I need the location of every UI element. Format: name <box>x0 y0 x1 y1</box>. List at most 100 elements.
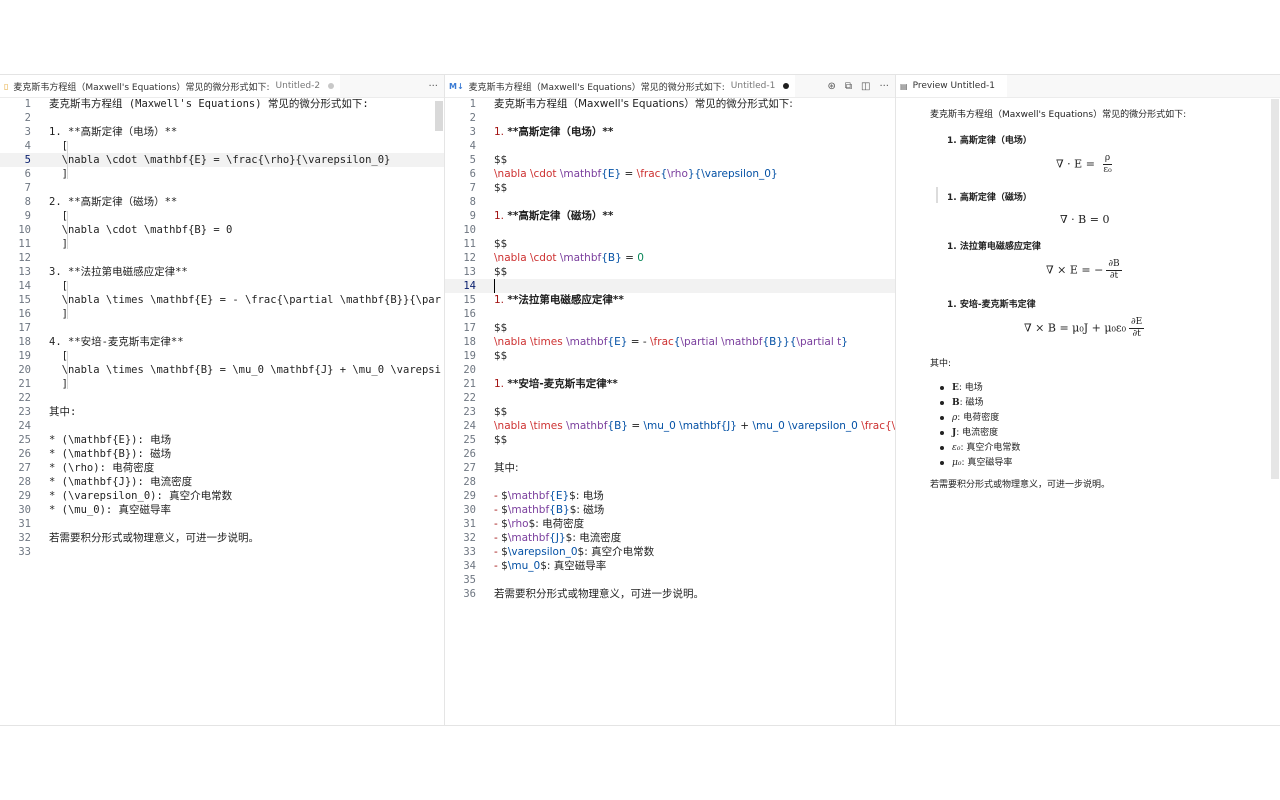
symbol-description: : 真空介电常数 <box>960 443 1021 453</box>
code-line[interactable]: 21 1. **安培-麦克斯韦定律** <box>445 377 895 391</box>
code-line[interactable]: 12 <box>0 251 444 265</box>
code-line[interactable]: 23 其中: <box>0 405 444 419</box>
line-number: 11 <box>463 238 476 250</box>
code-line[interactable]: 18 4. **安培-麦克斯韦定律** <box>0 335 444 349</box>
line-text: \nabla \cdot \mathbf{E} = \frac{\rho}{\v… <box>494 168 778 180</box>
line-text: 1. **高斯定律（电场）** <box>49 126 178 138</box>
ellipsis-icon[interactable]: ··· <box>428 81 438 92</box>
code-line[interactable]: 7 $$ <box>445 181 895 195</box>
code-line[interactable]: 17 $$ <box>445 321 895 335</box>
code-line[interactable]: 3 1. **高斯定律（电场）** <box>445 125 895 139</box>
copilot-icon[interactable]: ⊛ <box>827 81 835 92</box>
bullet-icon <box>940 430 944 435</box>
code-line[interactable]: 31 - $\rho$: 电荷密度 <box>445 517 895 531</box>
code-line[interactable]: 35 <box>445 573 895 587</box>
dirty-dot-icon[interactable] <box>783 83 790 89</box>
line-number: 30 <box>463 504 476 516</box>
line-number: 17 <box>18 322 31 334</box>
scrollbar-thumb[interactable] <box>435 101 443 131</box>
dirty-dot-icon[interactable] <box>328 83 335 89</box>
scrollbar[interactable] <box>434 97 444 725</box>
code-line[interactable]: 20 <box>445 363 895 377</box>
code-line[interactable]: 26 * (\mathbf{B}): 磁场 <box>0 447 444 461</box>
tab-untitled-2[interactable]: ▯ 麦克斯韦方程组（Maxwell's Equations）常见的微分形式如下:… <box>0 75 341 97</box>
code-line[interactable]: 8 2. **高斯定律（磁场）** <box>0 195 444 209</box>
code-line[interactable]: 36 若需要积分形式或物理意义，可进一步说明。 <box>445 587 895 601</box>
code-line[interactable]: 11 $$ <box>445 237 895 251</box>
code-line[interactable]: 2 <box>0 111 444 125</box>
code-line[interactable]: 17 <box>0 321 444 335</box>
code-line[interactable]: 28 * (\mathbf{J}): 电流密度 <box>0 475 444 489</box>
code-line[interactable]: 26 <box>445 447 895 461</box>
code-line[interactable]: 33 - $\varepsilon_0$: 真空介电常数 <box>445 545 895 559</box>
code-line[interactable]: 5 $$ <box>445 153 895 167</box>
code-line[interactable]: 9 1. **高斯定律（磁场）** <box>445 209 895 223</box>
code-line[interactable]: 23 $$ <box>445 405 895 419</box>
code-line[interactable]: 10 <box>445 223 895 237</box>
line-number: 15 <box>18 294 31 306</box>
line-number: 7 <box>469 182 476 194</box>
code-line[interactable]: 8 <box>445 195 895 209</box>
more-actions-icon[interactable]: ··· <box>879 81 889 92</box>
code-line[interactable]: 34 - $\mu_0$: 真空磁导率 <box>445 559 895 573</box>
code-line[interactable]: 16 <box>445 307 895 321</box>
code-line[interactable]: 25 * (\mathbf{E}): 电场 <box>0 433 444 447</box>
code-line[interactable]: 22 <box>0 391 444 405</box>
line-number: 11 <box>18 238 31 250</box>
code-line[interactable]: 28 <box>445 475 895 489</box>
line-number: 10 <box>18 224 31 236</box>
code-line[interactable]: 6 \nabla \cdot \mathbf{E} = \frac{\rho}{\… <box>445 167 895 181</box>
line-number: 16 <box>463 308 476 320</box>
symbol-description: : 磁场 <box>959 398 984 408</box>
code-line[interactable]: 19 $$ <box>445 349 895 363</box>
split-editor-icon[interactable]: ◫ <box>861 81 870 92</box>
code-line[interactable]: 7 <box>0 181 444 195</box>
code-line[interactable]: 25 $$ <box>445 433 895 447</box>
code-line[interactable]: 31 <box>0 517 444 531</box>
code-line[interactable]: 2 <box>445 111 895 125</box>
code-line[interactable]: 24 \nabla \times \mathbf{B} = \mu_0 \math… <box>445 419 895 433</box>
code-line[interactable]: 22 <box>445 391 895 405</box>
tab-title: Preview Untitled-1 <box>912 81 996 91</box>
open-preview-icon[interactable]: ⧉ <box>845 81 852 92</box>
code-line[interactable]: 33 <box>0 545 444 559</box>
tab-description: Untitled-2 <box>275 81 321 91</box>
code-line[interactable]: 1 麦克斯韦方程组（Maxwell's Equations）常见的微分形式如下: <box>445 97 895 111</box>
scrollbar-thumb[interactable] <box>1271 99 1279 479</box>
code-line[interactable]: 32 - $\mathbf{J}$: 电流密度 <box>445 531 895 545</box>
line-text: * (\mathbf{J}): 电流密度 <box>49 476 193 488</box>
code-line[interactable]: 30 - $\mathbf{B}$: 磁场 <box>445 503 895 517</box>
code-line[interactable]: 18 \nabla \times \mathbf{E} = - \frac{\pa… <box>445 335 895 349</box>
tab-untitled-1[interactable]: M↓ 麦克斯韦方程组（Maxwell's Equations）常见的微分形式如下… <box>445 75 796 97</box>
scrollbar[interactable] <box>1270 97 1280 725</box>
code-line[interactable]: 14 <box>445 279 895 293</box>
line-text: 麦克斯韦方程组 (Maxwell's Equations) 常见的微分形式如下: <box>49 98 369 110</box>
code-line[interactable]: 29 - $\mathbf{E}$: 电场 <box>445 489 895 503</box>
code-line[interactable]: 13 $$ <box>445 265 895 279</box>
code-line[interactable]: 1 麦克斯韦方程组 (Maxwell's Equations) 常见的微分形式如下… <box>0 97 444 111</box>
code-line[interactable]: 3 1. **高斯定律（电场）** <box>0 125 444 139</box>
code-line[interactable]: 15 1. **法拉第电磁感应定律** <box>445 293 895 307</box>
code-line[interactable]: 27 * (\rho): 电荷密度 <box>0 461 444 475</box>
line-text: $$ <box>494 154 508 166</box>
code-line[interactable]: 24 <box>0 419 444 433</box>
markdown-preview-pane: ▤ Preview Untitled-1 麦克斯韦方程组（Maxwell's E… <box>896 75 1280 725</box>
line-number: 8 <box>469 196 476 208</box>
law-equation: ∇ · B = 0 <box>1060 213 1110 226</box>
code-line[interactable]: 29 * (\varepsilon_0): 真空介电常数 <box>0 489 444 503</box>
editor-window: ▯ 麦克斯韦方程组（Maxwell's Equations）常见的微分形式如下:… <box>0 74 1280 726</box>
line-text: ] <box>49 378 68 390</box>
line-text: \nabla \times \mathbf{B} = \mu_0 \mathbf… <box>49 364 441 376</box>
line-number: 16 <box>18 308 31 320</box>
code-line[interactable]: 12 \nabla \cdot \mathbf{B} = 0 <box>445 251 895 265</box>
code-line[interactable]: 27 其中: <box>445 461 895 475</box>
code-line[interactable]: 32 若需要积分形式或物理意义，可进一步说明。 <box>0 531 444 545</box>
indent-guide <box>67 211 68 249</box>
tab-preview[interactable]: ▤ Preview Untitled-1 <box>896 75 1008 97</box>
line-text: $$ <box>494 406 508 418</box>
code-line[interactable]: 13 3. **法拉第电磁感应定律** <box>0 265 444 279</box>
line-text: $$ <box>494 322 508 334</box>
code-line[interactable]: 30 * (\mu_0): 真空磁导率 <box>0 503 444 517</box>
code-line[interactable]: 4 <box>445 139 895 153</box>
line-text: $$ <box>494 434 508 446</box>
